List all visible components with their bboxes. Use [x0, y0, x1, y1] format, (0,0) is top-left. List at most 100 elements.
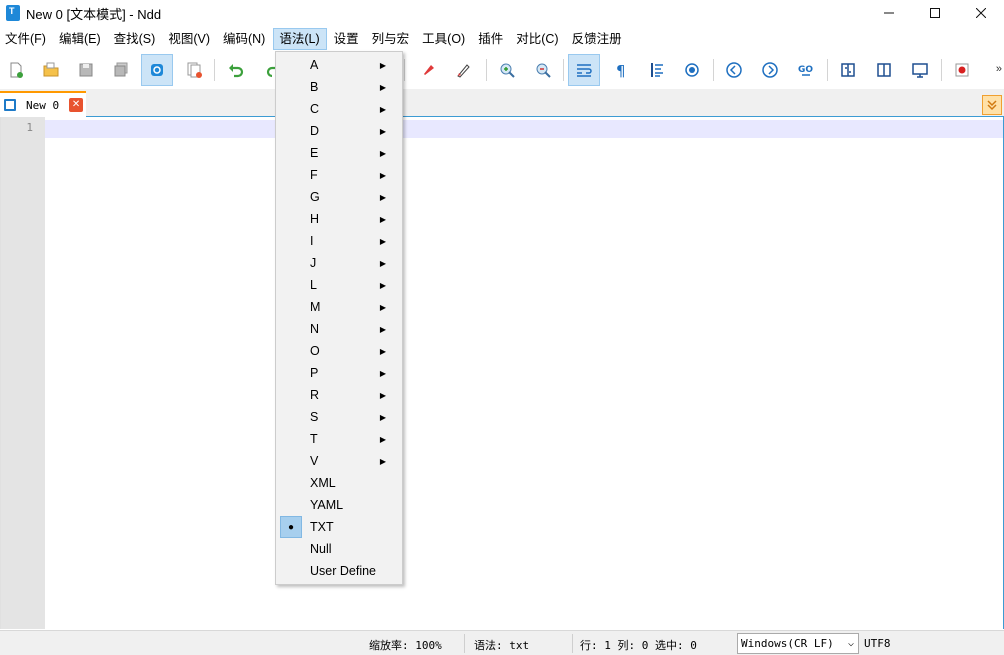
syntax-item-t[interactable]: T ▶ — [278, 428, 400, 450]
prev-icon[interactable] — [718, 54, 750, 86]
tab-close-icon[interactable]: ✕ — [69, 98, 84, 112]
minimize-icon[interactable] — [866, 0, 912, 26]
syntax-item-e[interactable]: E ▶ — [278, 142, 400, 164]
word-wrap-icon[interactable] — [568, 54, 600, 86]
undo-icon[interactable] — [220, 54, 252, 86]
zoom-in-icon[interactable] — [491, 54, 523, 86]
tab-new-0[interactable]: New 0 ✕ — [0, 91, 86, 117]
syntax-item-null[interactable]: Null — [278, 538, 400, 560]
syntax-item-xml[interactable]: XML — [278, 472, 400, 494]
line-number-gutter: 1 — [1, 117, 45, 629]
syntax-item-l[interactable]: L ▶ — [278, 274, 400, 296]
syntax-item-i[interactable]: I ▶ — [278, 230, 400, 252]
editor-area[interactable]: 1 — [0, 117, 1004, 629]
toolbar-overflow-icon[interactable]: » — [996, 63, 1002, 75]
toolbar: ¶ GO » — [0, 51, 1004, 89]
open-file-icon[interactable] — [35, 54, 67, 86]
syntax-item-h[interactable]: H ▶ — [278, 208, 400, 230]
tab-list-icon[interactable] — [982, 95, 1002, 115]
show-symbols-icon[interactable]: ¶ — [605, 54, 637, 86]
goto-icon[interactable]: GO — [790, 54, 822, 86]
status-position: 行: 1 列: 0 选中: 0 — [580, 639, 697, 652]
indent-guide-icon[interactable] — [641, 54, 673, 86]
syntax-menu: A ▶ B ▶ C ▶ D ▶ E ▶ F ▶ G ▶ H ▶ I ▶ J ▶ L ▶ M ▶ N ▶ O… — [275, 51, 403, 585]
save-all-icon[interactable] — [105, 54, 137, 86]
submenu-arrow-icon: ▶ — [379, 302, 386, 312]
menu-compare[interactable]: 对比(C) — [511, 28, 564, 50]
compare-file-icon[interactable] — [868, 54, 900, 86]
syntax-item-yaml[interactable]: YAML — [278, 494, 400, 516]
tab-label: New 0 — [26, 98, 60, 112]
submenu-arrow-icon: ▶ — [379, 148, 386, 158]
status-bar: 缩放率: 100% 语法: txt 行: 1 列: 0 选中: 0 Window… — [0, 630, 1004, 655]
checked-bullet-icon: ● — [280, 516, 302, 538]
syntax-item-b[interactable]: B ▶ — [278, 76, 400, 98]
window-controls — [866, 0, 1004, 26]
submenu-arrow-icon: ▶ — [379, 412, 386, 422]
submenu-arrow-icon: ▶ — [379, 258, 386, 268]
syntax-item-txt[interactable]: ● TXT — [278, 516, 400, 538]
syntax-item-j[interactable]: J ▶ — [278, 252, 400, 274]
title-bar: New 0 [文本模式] - Ndd — [0, 0, 1004, 26]
status-syntax: 语法: txt — [474, 639, 530, 652]
menu-macro[interactable]: 列与宏 — [367, 28, 416, 50]
submenu-arrow-icon: ▶ — [379, 324, 386, 334]
syntax-item-g[interactable]: G ▶ — [278, 186, 400, 208]
close-all-icon[interactable] — [178, 54, 210, 86]
submenu-arrow-icon: ▶ — [379, 126, 386, 136]
status-encoding: UTF8 — [864, 637, 891, 650]
svg-text:¶: ¶ — [616, 62, 626, 79]
menu-search[interactable]: 查找(S) — [109, 28, 162, 50]
syntax-item-d[interactable]: D ▶ — [278, 120, 400, 142]
submenu-arrow-icon: ▶ — [379, 236, 386, 246]
line-ending-value: Windows(CR LF) — [741, 637, 834, 650]
syntax-item-v[interactable]: V ▶ — [278, 450, 400, 472]
syntax-item-o[interactable]: O ▶ — [278, 340, 400, 362]
menu-encoding[interactable]: 编码(N) — [218, 28, 271, 50]
menu-bar: 文件(F) 编辑(E) 查找(S) 视图(V) 编码(N) 语法(L) 设置 列… — [0, 27, 1004, 51]
status-zoom: 缩放率: 100% — [369, 639, 442, 652]
zoom-out-icon[interactable] — [527, 54, 559, 86]
syntax-item-n[interactable]: N ▶ — [278, 318, 400, 340]
menu-syntax[interactable]: 语法(L) — [273, 28, 327, 50]
submenu-arrow-icon: ▶ — [379, 390, 386, 400]
compare-dir-icon[interactable] — [832, 54, 864, 86]
syntax-item-r[interactable]: R ▶ — [278, 384, 400, 406]
menu-plugins[interactable]: 插件 — [473, 28, 509, 50]
syntax-item-m[interactable]: M ▶ — [278, 296, 400, 318]
submenu-arrow-icon: ▶ — [379, 170, 386, 180]
chevron-down-icon: ⌵ — [847, 638, 854, 649]
menu-view[interactable]: 视图(V) — [163, 28, 216, 50]
syntax-item-f[interactable]: F ▶ — [278, 164, 400, 186]
sync-icon[interactable] — [141, 54, 173, 86]
menu-feedback[interactable]: 反馈注册 — [567, 28, 628, 50]
menu-file[interactable]: 文件(F) — [0, 28, 52, 50]
submenu-arrow-icon: ▶ — [379, 346, 386, 356]
submenu-arrow-icon: ▶ — [379, 60, 386, 70]
target-icon[interactable] — [676, 54, 708, 86]
submenu-arrow-icon: ▶ — [379, 104, 386, 114]
submenu-arrow-icon: ▶ — [379, 280, 386, 290]
syntax-item-c[interactable]: C ▶ — [278, 98, 400, 120]
window-title: New 0 [文本模式] - Ndd — [26, 6, 162, 22]
submenu-arrow-icon: ▶ — [379, 434, 386, 444]
new-file-icon[interactable] — [0, 54, 32, 86]
maximize-icon[interactable] — [912, 0, 958, 26]
hex-icon[interactable] — [904, 54, 936, 86]
clear-highlight-icon[interactable] — [448, 54, 480, 86]
line-ending-select[interactable]: Windows(CR LF) ⌵ — [737, 633, 859, 654]
menu-edit[interactable]: 编辑(E) — [54, 28, 107, 50]
save-icon[interactable] — [70, 54, 102, 86]
menu-settings[interactable]: 设置 — [329, 28, 365, 50]
close-icon[interactable] — [958, 0, 1004, 26]
syntax-item-p[interactable]: P ▶ — [278, 362, 400, 384]
menu-tools[interactable]: 工具(O) — [417, 28, 471, 50]
syntax-item-s[interactable]: S ▶ — [278, 406, 400, 428]
next-icon[interactable] — [754, 54, 786, 86]
submenu-arrow-icon: ▶ — [379, 368, 386, 378]
record-macro-icon[interactable] — [946, 54, 978, 86]
syntax-item-a[interactable]: A ▶ — [278, 54, 400, 76]
syntax-item-user-define[interactable]: User Define — [278, 560, 400, 582]
highlight-icon[interactable] — [413, 54, 445, 86]
submenu-arrow-icon: ▶ — [379, 456, 386, 466]
